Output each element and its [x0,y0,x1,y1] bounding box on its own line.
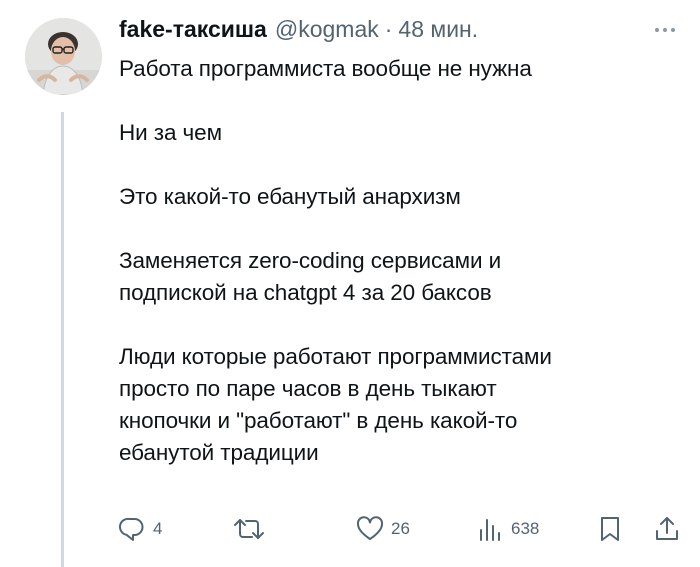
like-button[interactable]: 26 [355,511,410,547]
handle[interactable]: @kogmak [275,14,379,44]
share-button[interactable] [653,511,681,547]
tweet-paragraph: Люди которые работают программистами про… [119,344,552,465]
views-count: 638 [511,519,540,538]
tweet-paragraph: Ни за чем [119,120,222,145]
heart-icon [356,516,384,540]
display-name[interactable]: fake-таксиша [119,14,267,44]
tweet-paragraph: Заменяется zero-coding сервисами и подпи… [119,248,502,305]
bookmark-button[interactable] [597,511,623,547]
action-bar: 4 26 638 [0,511,700,551]
tweet-paragraph: Работа программиста вообще не нужна [119,56,532,81]
reply-count: 4 [153,519,163,538]
bookmark-icon [601,517,619,541]
retweet-icon [234,519,264,539]
share-icon [656,517,678,540]
reply-icon [118,517,144,541]
thread-line [61,112,64,567]
views-button[interactable]: 638 [475,511,539,547]
like-count: 26 [391,519,410,538]
tweet: fake-таксиша @kogmak · 48 мин. Работа пр… [0,0,700,567]
tweet-text: Работа программиста вообще не нужна Ни з… [119,53,694,469]
retweet-button[interactable] [232,511,266,547]
tweet-paragraph: Это какой-то ебанутый анархизм [119,184,461,209]
separator-dot: · [384,16,393,42]
views-icon [480,519,500,541]
more-button[interactable] [650,20,680,40]
timestamp[interactable]: 48 мин. [398,14,478,44]
tweet-header: fake-таксиша @kogmak · 48 мин. [119,14,478,44]
reply-button[interactable]: 4 [117,511,162,547]
avatar-image [25,18,102,95]
more-icon [655,28,675,32]
avatar[interactable] [25,18,102,95]
